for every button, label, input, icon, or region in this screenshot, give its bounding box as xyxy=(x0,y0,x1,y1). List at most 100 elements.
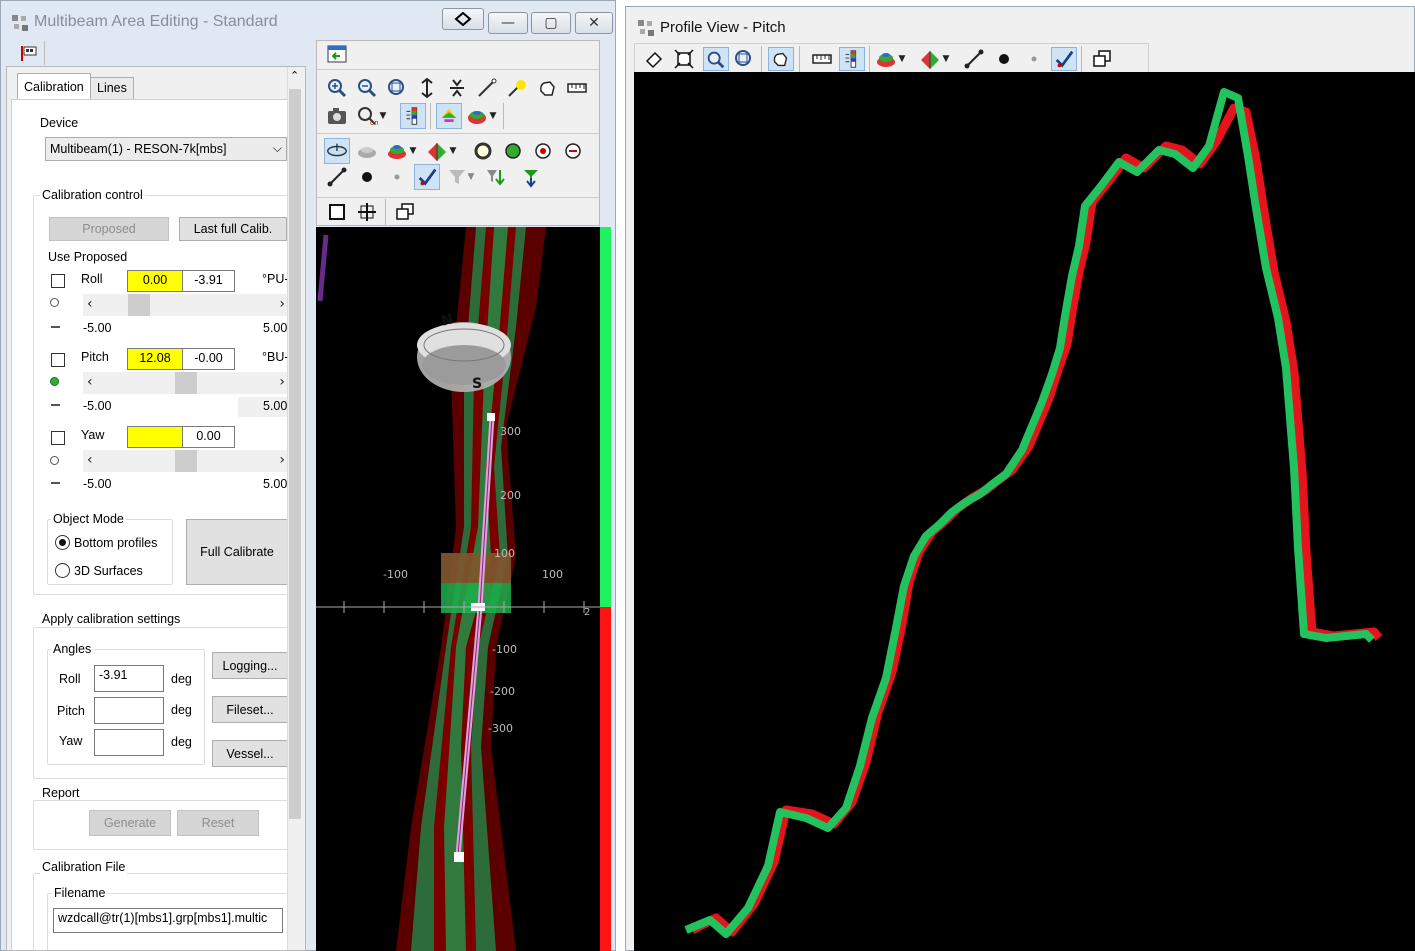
close-button[interactable]: ✕ xyxy=(575,12,613,34)
track-start-marker[interactable] xyxy=(487,413,495,421)
plan-view[interactable]: -100 100 2 300 200 100 -100 -200 -300 N … xyxy=(316,227,600,951)
chevron-right-icon[interactable]: › xyxy=(279,296,285,312)
chevron-up-icon[interactable]: ⌃ xyxy=(290,69,299,82)
yaw-current-field[interactable]: 0.00 xyxy=(182,426,235,448)
color-mode-icon[interactable] xyxy=(426,140,448,162)
yaw-proposed-field[interactable] xyxy=(127,426,183,448)
camera-icon[interactable] xyxy=(326,105,348,127)
crosshair-icon[interactable] xyxy=(356,201,378,223)
last-full-calib-button[interactable]: Last full Calib. xyxy=(179,217,287,241)
color-fill-icon[interactable] xyxy=(436,103,462,129)
roll-current-field[interactable]: -3.91 xyxy=(182,270,235,292)
zoom-extent-icon[interactable] xyxy=(386,77,408,99)
tab-calibration[interactable]: Calibration xyxy=(17,73,91,99)
line-tool-icon[interactable] xyxy=(963,48,985,70)
profile-plot[interactable] xyxy=(634,72,1415,951)
dropdown-arrow-icon[interactable]: ▼ xyxy=(448,140,458,162)
minus-circle-icon[interactable] xyxy=(562,140,584,162)
chevron-left-icon[interactable]: ‹ xyxy=(87,452,93,468)
zoom-extent-icon[interactable] xyxy=(733,48,755,70)
plan-view-canvas[interactable]: -100 100 2 300 200 100 -100 -200 -300 N … xyxy=(316,227,600,951)
line-tool-icon[interactable] xyxy=(326,166,348,188)
fileset-button[interactable]: Fileset... xyxy=(212,696,288,723)
pan-hand-icon[interactable] xyxy=(536,77,558,99)
pitch-use-proposed-checkbox[interactable] xyxy=(51,353,65,367)
eraser-icon[interactable] xyxy=(643,48,665,70)
scrollbar-thumb[interactable] xyxy=(289,89,301,819)
3d-surfaces-radio[interactable] xyxy=(55,563,70,578)
search-settings-icon[interactable]: on xyxy=(356,105,378,127)
color-mode-icon[interactable] xyxy=(919,48,941,70)
apply-yaw-field[interactable] xyxy=(94,729,164,756)
vertical-expand-icon[interactable] xyxy=(416,77,438,99)
dropdown-arrow-icon[interactable]: ▼ xyxy=(941,48,951,70)
minimize-button[interactable]: — xyxy=(488,12,528,34)
color-legend-icon[interactable] xyxy=(839,47,865,71)
pan-hand-icon[interactable] xyxy=(768,47,794,71)
roll-slider[interactable]: ‹ › xyxy=(83,294,287,316)
filename-field[interactable]: wzdcall@tr(1)[mbs1].grp[mbs1].multic xyxy=(53,908,283,933)
pitch-current-field[interactable]: -0.00 xyxy=(182,348,235,370)
small-point-icon[interactable] xyxy=(1023,48,1045,70)
color-depth-icon[interactable] xyxy=(386,140,408,162)
reset-button[interactable]: Reset xyxy=(177,810,259,836)
full-calibrate-button[interactable]: Full Calibrate xyxy=(186,519,288,585)
dropdown-arrow-icon[interactable]: ▼ xyxy=(488,105,498,127)
generate-button[interactable]: Generate xyxy=(89,810,171,836)
zoom-box-icon[interactable] xyxy=(703,47,729,71)
dropdown-arrow-icon[interactable]: ▼ xyxy=(897,48,907,70)
logging-button[interactable]: Logging... xyxy=(212,652,288,679)
small-point-icon[interactable] xyxy=(386,166,408,188)
dropdown-arrow-icon[interactable]: ▼ xyxy=(378,105,388,127)
pitch-slider[interactable]: ‹ › xyxy=(83,372,287,394)
color-legend-icon[interactable] xyxy=(400,103,426,129)
filter-down-icon[interactable] xyxy=(484,166,506,188)
exit-view-icon[interactable] xyxy=(327,45,347,63)
surface-grey-icon[interactable] xyxy=(356,140,378,162)
filter-icon[interactable] xyxy=(446,166,468,188)
fit-to-window-icon[interactable] xyxy=(673,48,695,70)
zoom-out-icon[interactable] xyxy=(356,77,378,99)
vessel-button[interactable]: Vessel... xyxy=(212,740,288,767)
yaw-slider-thumb[interactable] xyxy=(175,450,197,472)
ruler-icon[interactable] xyxy=(566,77,588,99)
bottom-profiles-radio[interactable] xyxy=(55,535,70,550)
profile-view-canvas[interactable] xyxy=(634,72,1415,951)
apply-roll-field[interactable]: -3.91 xyxy=(94,665,164,692)
apply-filter-icon[interactable] xyxy=(520,166,542,188)
dropdown-arrow-icon[interactable]: ▼ xyxy=(408,140,418,162)
zoom-in-icon[interactable] xyxy=(326,77,348,99)
chevron-left-icon[interactable]: ‹ xyxy=(87,374,93,390)
panel-scrollbar[interactable]: ⌃ xyxy=(287,67,302,950)
roll-proposed-field[interactable]: 0.00 xyxy=(127,270,183,292)
window-cascade-icon[interactable] xyxy=(1091,48,1113,70)
shade-surface-icon[interactable] xyxy=(466,105,488,127)
flag-icon[interactable] xyxy=(19,44,39,62)
target-icon[interactable] xyxy=(532,140,554,162)
ring-icon[interactable] xyxy=(472,140,494,162)
track-end-marker[interactable] xyxy=(454,852,464,862)
ruler-icon[interactable] xyxy=(811,48,833,70)
tab-lines[interactable]: Lines xyxy=(90,77,134,99)
large-point-icon[interactable] xyxy=(993,48,1015,70)
surface-view-icon[interactable] xyxy=(324,138,350,164)
square-select-icon[interactable] xyxy=(326,201,348,223)
check-select-icon[interactable] xyxy=(1051,47,1077,71)
maximize-button[interactable]: ▢ xyxy=(531,12,571,34)
chevron-left-icon[interactable]: ‹ xyxy=(87,296,93,312)
proposed-button[interactable]: Proposed xyxy=(49,217,169,241)
color-depth-icon[interactable] xyxy=(875,48,897,70)
green-ball-icon[interactable] xyxy=(502,140,524,162)
roll-slider-thumb[interactable] xyxy=(128,294,151,316)
large-point-icon[interactable] xyxy=(356,166,378,188)
yaw-slider[interactable]: ‹ › xyxy=(83,450,287,472)
highlight-pen-icon[interactable] xyxy=(506,77,528,99)
window-cascade-icon[interactable] xyxy=(394,201,416,223)
pitch-slider-thumb[interactable] xyxy=(175,372,197,394)
measure-line-icon[interactable] xyxy=(476,77,498,99)
device-select[interactable]: Multibeam(1) - RESON-7k[mbs] ⌵ xyxy=(45,137,287,161)
pin-button[interactable] xyxy=(442,8,484,30)
dropdown-arrow-icon[interactable]: ▼ xyxy=(466,166,476,188)
vertical-compress-icon[interactable] xyxy=(446,77,468,99)
chevron-right-icon[interactable]: › xyxy=(279,452,285,468)
